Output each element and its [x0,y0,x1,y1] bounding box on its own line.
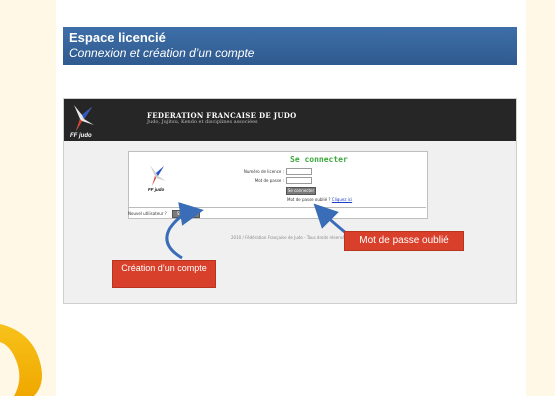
callout-create-account: Création d’un compte [112,260,216,288]
callout-forgot-password: Mot de passe oublié [344,231,464,251]
create-arrow [165,202,204,260]
corner-decoration [0,324,42,396]
annotation-overlay [0,202,353,396]
